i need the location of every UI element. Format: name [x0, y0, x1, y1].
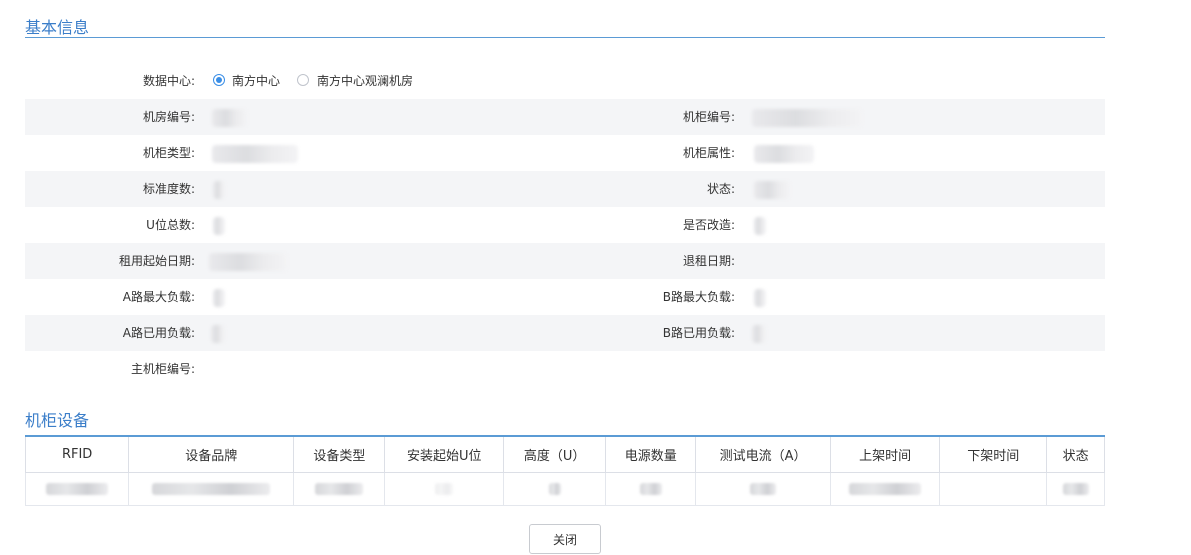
cell-shelf-time-redacted [829, 472, 941, 506]
basic-info-divider [25, 37, 1105, 38]
retrofitted-value-redacted [754, 217, 766, 235]
form-row-power: 标准度数: 状态: [25, 171, 1105, 207]
b-max-load-value-redacted [754, 289, 766, 307]
lease-start-label: 租用起始日期: [118, 254, 195, 268]
b-max-load-label: B路最大负载: [662, 290, 735, 304]
col-start-u: 安装起始U位 [384, 435, 505, 473]
datacenter-row: 数据中心: 南方中心 南方中心观澜机房 [25, 63, 1105, 99]
form-row-type: 机柜类型: 机柜属性: [25, 135, 1105, 171]
radio-south-center-label[interactable]: 南方中心 [232, 63, 280, 99]
radio-guanlan-room-label[interactable]: 南方中心观澜机房 [317, 63, 413, 99]
basic-info-title: 基本信息 [25, 18, 90, 37]
col-test-current: 测试电流（A） [695, 435, 831, 473]
cell-brand-redacted [128, 472, 295, 506]
room-no-value-redacted [212, 109, 247, 127]
devices-table: RFID 设备品牌 设备类型 安装起始U位 高度（U） 电源数量 测试电流（A）… [24, 435, 1105, 506]
radio-guanlan-room[interactable] [297, 74, 309, 86]
close-button[interactable]: 关闭 [529, 524, 601, 554]
col-height: 高度（U） [503, 435, 607, 473]
col-brand: 设备品牌 [128, 435, 295, 473]
form-row-room: 机房编号: 机柜编号: [25, 99, 1105, 135]
form-row-max-load: A路最大负载: B路最大负载: [25, 279, 1105, 315]
cabinet-attr-value-redacted [754, 145, 814, 163]
cabinet-attr-label: 机柜属性: [682, 146, 735, 160]
b-used-load-value-redacted [752, 325, 766, 343]
cell-status-redacted [1046, 472, 1105, 506]
col-unshelf-time: 下架时间 [939, 435, 1048, 473]
col-power-count: 电源数量 [605, 435, 697, 473]
a-max-load-label: A路最大负载: [122, 290, 195, 304]
cabinet-type-value-redacted [212, 145, 298, 163]
cabinet-type-label: 机柜类型: [142, 146, 195, 160]
cell-start-u-redacted [384, 472, 505, 506]
standard-power-value-redacted [213, 181, 225, 199]
col-type: 设备类型 [293, 435, 386, 473]
form-row-lease: 租用起始日期: 退租日期: [25, 243, 1105, 279]
cell-power-count-redacted [605, 472, 697, 506]
lease-end-label: 退租日期: [682, 254, 735, 268]
col-shelf-time: 上架时间 [829, 435, 941, 473]
col-status: 状态 [1046, 435, 1105, 473]
room-no-label: 机房编号: [142, 110, 195, 124]
a-used-load-value-redacted [211, 325, 225, 343]
status-value-redacted [754, 181, 790, 199]
devices-title: 机柜设备 [25, 411, 90, 430]
host-cabinet-no-label: 主机柜编号: [130, 362, 195, 376]
cell-unshelf-time-redacted [939, 472, 1048, 506]
form-row-used-load: A路已用负载: B路已用负载: [25, 315, 1105, 351]
form-row-host: 主机柜编号: [25, 351, 1105, 387]
b-used-load-label: B路已用负载: [662, 326, 735, 340]
datacenter-label: 数据中心: [142, 74, 195, 88]
u-total-value-redacted [213, 217, 225, 235]
cell-type-redacted [293, 472, 386, 506]
lease-start-value-redacted [209, 253, 287, 271]
col-rfid: RFID [24, 435, 130, 473]
devices-table-header: RFID 设备品牌 设备类型 安装起始U位 高度（U） 电源数量 测试电流（A）… [24, 435, 1105, 473]
retrofitted-label: 是否改造: [682, 218, 735, 232]
cell-test-current-redacted [695, 472, 831, 506]
a-max-load-value-redacted [213, 289, 225, 307]
form-row-u: U位总数: 是否改造: [25, 207, 1105, 243]
radio-south-center[interactable] [213, 74, 225, 86]
standard-power-label: 标准度数: [142, 182, 195, 196]
cell-rfid-redacted [24, 472, 130, 506]
status-label: 状态: [706, 182, 735, 196]
a-used-load-label: A路已用负载: [122, 326, 195, 340]
table-row[interactable] [24, 472, 1105, 506]
cell-height-redacted [503, 472, 607, 506]
cabinet-no-value-redacted [752, 109, 862, 127]
cabinet-no-label: 机柜编号: [682, 110, 735, 124]
u-total-label: U位总数: [146, 218, 195, 232]
